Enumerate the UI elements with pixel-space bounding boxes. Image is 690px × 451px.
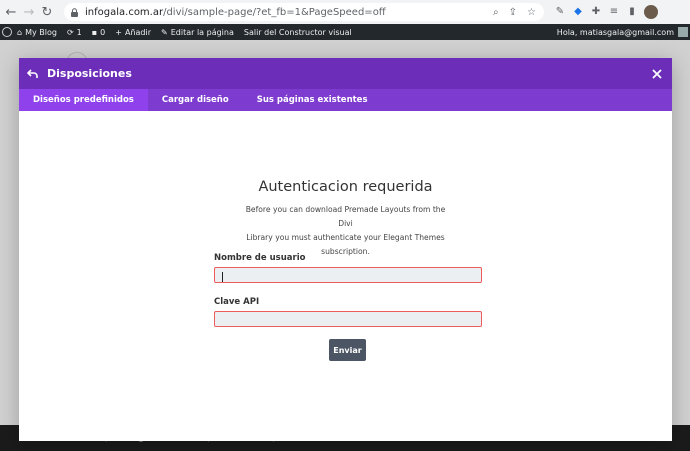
modal-body: Autenticacion requerida Before you can d… (19, 111, 672, 441)
profile-avatar[interactable] (644, 5, 658, 19)
tab-load-layout[interactable]: Cargar diseño (148, 89, 243, 111)
admin-bar-exit-builder[interactable]: Salir del Constructor visual (239, 28, 357, 37)
lock-icon (70, 7, 79, 17)
apikey-field[interactable] (214, 311, 482, 327)
auth-description: Before you can download Premade Layouts … (245, 205, 446, 256)
modal-title: Disposiciones (47, 67, 132, 80)
sidebar-icon[interactable]: ▮ (626, 6, 638, 18)
dashboard-icon: ⌂ (17, 27, 23, 37)
extension-eyedropper-icon[interactable]: ✎ (554, 6, 566, 18)
submit-button[interactable]: Enviar (329, 339, 366, 361)
modal-tabs: Diseños predefinidos Cargar diseño Sus p… (19, 89, 672, 111)
forward-arrow-icon[interactable]: → (20, 0, 38, 24)
zoom-icon[interactable]: ⌕ (493, 7, 499, 18)
username-label: Nombre de usuario (214, 253, 306, 263)
user-avatar (678, 27, 688, 37)
username-field[interactable] (214, 267, 482, 283)
admin-bar-updates[interactable]: ⟳ 1 (62, 28, 87, 37)
browser-toolbar: ← → ↻ infogala.com.ar/divi/sample-page/?… (0, 0, 690, 24)
url-path: /divi/sample-page/?et_fb=1&PageSpeed=off (163, 6, 386, 18)
reload-icon[interactable]: ↻ (38, 0, 56, 24)
tab-premade-layouts[interactable]: Diseños predefinidos (19, 89, 148, 111)
close-icon[interactable] (652, 68, 662, 79)
back-arrow-icon[interactable]: ← (2, 0, 20, 24)
extensions-puzzle-icon[interactable]: ✚ (590, 6, 602, 18)
reading-list-icon[interactable]: ≡ (608, 6, 620, 18)
auth-heading: Autenticacion requerida (258, 179, 433, 195)
text-caret (222, 272, 223, 282)
modal-header: Disposiciones (19, 58, 672, 89)
share-icon[interactable]: ⇪ (509, 7, 517, 18)
admin-bar-comments[interactable]: ▪ 0 (87, 28, 111, 37)
address-bar[interactable]: infogala.com.ar/divi/sample-page/?et_fb=… (64, 3, 544, 21)
admin-bar-new[interactable]: + Añadir (110, 28, 156, 37)
admin-bar-account[interactable]: Hola, matiasgala@gmail.com (557, 27, 690, 37)
admin-bar-site[interactable]: ⌂ My Blog (12, 28, 62, 37)
url-domain: infogala.com.ar (85, 6, 164, 18)
wordpress-logo-icon[interactable] (2, 27, 12, 37)
apikey-label: Clave API (214, 297, 260, 307)
admin-bar-edit[interactable]: ✎ Editar la página (156, 28, 239, 37)
bookmark-star-icon[interactable]: ☆ (527, 7, 536, 18)
pencil-icon: ✎ (161, 27, 168, 37)
back-arrow-icon[interactable] (27, 68, 39, 80)
comment-icon: ▪ (91, 27, 98, 37)
plus-icon: + (115, 27, 122, 37)
extension-blue-icon[interactable]: ◆ (572, 6, 584, 18)
tab-existing-pages[interactable]: Sus páginas existentes (243, 89, 382, 111)
layouts-modal: Disposiciones Diseños predefinidos Carga… (19, 58, 672, 441)
updates-icon: ⟳ (66, 27, 74, 37)
wp-admin-bar: ⌂ My Blog ⟳ 1 ▪ 0 + Añadir ✎ Editar la página… (0, 24, 690, 40)
